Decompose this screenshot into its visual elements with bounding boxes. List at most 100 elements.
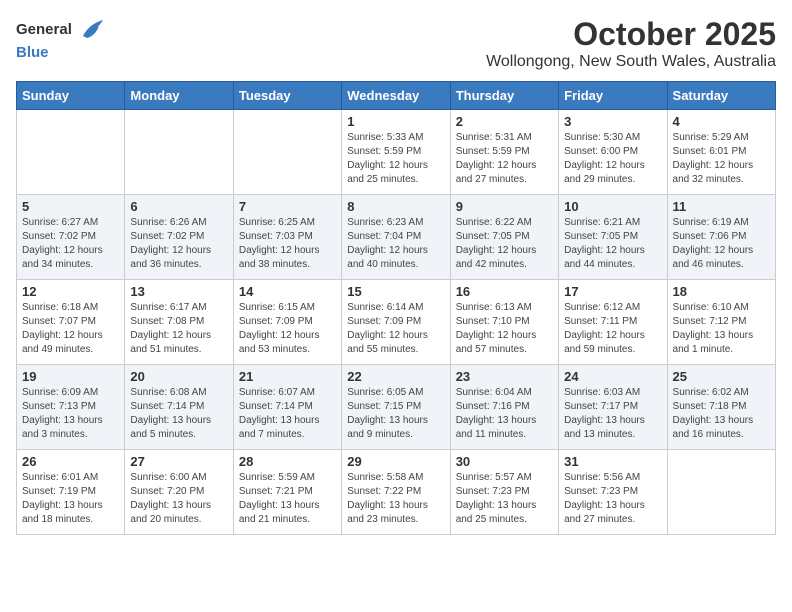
calendar-day-cell: 15 Sunrise: 6:14 AM Sunset: 7:09 PM Dayli… xyxy=(342,280,450,365)
day-number: 4 xyxy=(673,114,770,129)
day-number: 21 xyxy=(239,369,336,384)
calendar-day-cell: 17 Sunrise: 6:12 AM Sunset: 7:11 PM Dayli… xyxy=(559,280,667,365)
day-number: 18 xyxy=(673,284,770,299)
logo: General Blue xyxy=(16,16,107,62)
calendar-day-cell: 11Sunrise: 6:19 AM Sunset: 7:06 PM Dayli… xyxy=(667,195,775,280)
day-info: Sunrise: 6:01 AM Sunset: 7:19 PM Dayligh… xyxy=(22,471,119,527)
day-info: Sunrise: 6:14 AM Sunset: 7:09 PM Dayligh… xyxy=(347,301,444,357)
calendar-day-cell: 20 Sunrise: 6:08 AM Sunset: 7:14 PM Dayli… xyxy=(125,365,233,450)
day-info: Sunrise: 6:08 AM Sunset: 7:14 PM Dayligh… xyxy=(130,386,227,442)
day-number: 12 xyxy=(22,284,119,299)
calendar-day-cell: 1Sunrise: 5:33 AM Sunset: 5:59 PM Daylig… xyxy=(342,110,450,195)
day-number: 8 xyxy=(347,199,444,214)
day-number: 17 xyxy=(564,284,661,299)
calendar-day-cell: 26 Sunrise: 6:01 AM Sunset: 7:19 PM Dayli… xyxy=(17,450,125,535)
location-title: Wollongong, New South Wales, Australia xyxy=(486,53,776,71)
calendar-day-cell: 14Sunrise: 6:15 AM Sunset: 7:09 PM Dayli… xyxy=(233,280,341,365)
day-number: 5 xyxy=(22,199,119,214)
day-number: 16 xyxy=(456,284,553,299)
calendar-day-cell: 8 Sunrise: 6:23 AM Sunset: 7:04 PM Daylig… xyxy=(342,195,450,280)
day-of-week-header: Thursday xyxy=(450,82,558,110)
day-info: Sunrise: 6:22 AM Sunset: 7:05 PM Dayligh… xyxy=(456,216,553,272)
calendar-day-cell: 24 Sunrise: 6:03 AM Sunset: 7:17 PM Dayli… xyxy=(559,365,667,450)
day-info: Sunrise: 5:30 AM Sunset: 6:00 PM Dayligh… xyxy=(564,131,661,187)
day-number: 29 xyxy=(347,454,444,469)
page-header: General Blue October 2025 Wollongong, Ne… xyxy=(16,16,776,71)
day-info: Sunrise: 6:13 AM Sunset: 7:10 PM Dayligh… xyxy=(456,301,553,357)
calendar-day-cell: 4Sunrise: 5:29 AM Sunset: 6:01 PM Daylig… xyxy=(667,110,775,195)
day-number: 23 xyxy=(456,369,553,384)
day-number: 15 xyxy=(347,284,444,299)
day-number: 2 xyxy=(456,114,553,129)
day-of-week-header: Monday xyxy=(125,82,233,110)
logo-blue: Blue xyxy=(16,44,49,61)
day-number: 31 xyxy=(564,454,661,469)
day-info: Sunrise: 6:05 AM Sunset: 7:15 PM Dayligh… xyxy=(347,386,444,442)
calendar-day-cell: 31Sunrise: 5:56 AM Sunset: 7:23 PM Dayli… xyxy=(559,450,667,535)
calendar-day-cell: 2 Sunrise: 5:31 AM Sunset: 5:59 PM Daylig… xyxy=(450,110,558,195)
day-of-week-header: Wednesday xyxy=(342,82,450,110)
calendar-day-cell: 16 Sunrise: 6:13 AM Sunset: 7:10 PM Dayli… xyxy=(450,280,558,365)
day-info: Sunrise: 6:07 AM Sunset: 7:14 PM Dayligh… xyxy=(239,386,336,442)
day-info: Sunrise: 6:25 AM Sunset: 7:03 PM Dayligh… xyxy=(239,216,336,272)
calendar-day-cell xyxy=(233,110,341,195)
day-number: 26 xyxy=(22,454,119,469)
day-of-week-header: Saturday xyxy=(667,82,775,110)
day-info: Sunrise: 5:31 AM Sunset: 5:59 PM Dayligh… xyxy=(456,131,553,187)
calendar-week-row: 5Sunrise: 6:27 AM Sunset: 7:02 PM Daylig… xyxy=(17,195,776,280)
logo-line1: General xyxy=(16,16,107,44)
calendar-week-row: 19 Sunrise: 6:09 AM Sunset: 7:13 PM Dayli… xyxy=(17,365,776,450)
day-number: 25 xyxy=(673,369,770,384)
day-number: 20 xyxy=(130,369,227,384)
calendar-day-cell: 30 Sunrise: 5:57 AM Sunset: 7:23 PM Dayli… xyxy=(450,450,558,535)
calendar-day-cell: 21 Sunrise: 6:07 AM Sunset: 7:14 PM Dayli… xyxy=(233,365,341,450)
calendar-day-cell xyxy=(17,110,125,195)
day-number: 22 xyxy=(347,369,444,384)
day-of-week-header: Friday xyxy=(559,82,667,110)
day-number: 30 xyxy=(456,454,553,469)
day-info: Sunrise: 6:23 AM Sunset: 7:04 PM Dayligh… xyxy=(347,216,444,272)
calendar-day-cell: 27 Sunrise: 6:00 AM Sunset: 7:20 PM Dayli… xyxy=(125,450,233,535)
logo-bird-icon xyxy=(79,16,107,44)
calendar-day-cell: 25 Sunrise: 6:02 AM Sunset: 7:18 PM Dayli… xyxy=(667,365,775,450)
title-block: October 2025 Wollongong, New South Wales… xyxy=(486,16,776,71)
day-info: Sunrise: 6:09 AM Sunset: 7:13 PM Dayligh… xyxy=(22,386,119,442)
day-info: Sunrise: 6:04 AM Sunset: 7:16 PM Dayligh… xyxy=(456,386,553,442)
day-info: Sunrise: 6:03 AM Sunset: 7:17 PM Dayligh… xyxy=(564,386,661,442)
day-info: Sunrise: 6:19 AM Sunset: 7:06 PM Dayligh… xyxy=(673,216,770,272)
logo-general: General xyxy=(16,21,72,38)
calendar-day-cell: 19 Sunrise: 6:09 AM Sunset: 7:13 PM Dayli… xyxy=(17,365,125,450)
calendar-day-cell: 9Sunrise: 6:22 AM Sunset: 7:05 PM Daylig… xyxy=(450,195,558,280)
calendar-day-cell: 29Sunrise: 5:58 AM Sunset: 7:22 PM Dayli… xyxy=(342,450,450,535)
calendar-day-cell: 13Sunrise: 6:17 AM Sunset: 7:08 PM Dayli… xyxy=(125,280,233,365)
calendar-day-cell: 7 Sunrise: 6:25 AM Sunset: 7:03 PM Daylig… xyxy=(233,195,341,280)
day-info: Sunrise: 6:12 AM Sunset: 7:11 PM Dayligh… xyxy=(564,301,661,357)
day-info: Sunrise: 6:15 AM Sunset: 7:09 PM Dayligh… xyxy=(239,301,336,357)
calendar-day-cell: 28Sunrise: 5:59 AM Sunset: 7:21 PM Dayli… xyxy=(233,450,341,535)
logo-line2: Blue xyxy=(16,44,107,62)
calendar-day-cell: 3 Sunrise: 5:30 AM Sunset: 6:00 PM Daylig… xyxy=(559,110,667,195)
day-info: Sunrise: 5:57 AM Sunset: 7:23 PM Dayligh… xyxy=(456,471,553,527)
calendar-header-row: SundayMondayTuesdayWednesdayThursdayFrid… xyxy=(17,82,776,110)
day-of-week-header: Sunday xyxy=(17,82,125,110)
day-number: 3 xyxy=(564,114,661,129)
day-info: Sunrise: 6:02 AM Sunset: 7:18 PM Dayligh… xyxy=(673,386,770,442)
calendar-day-cell: 18Sunrise: 6:10 AM Sunset: 7:12 PM Dayli… xyxy=(667,280,775,365)
day-of-week-header: Tuesday xyxy=(233,82,341,110)
calendar-day-cell xyxy=(667,450,775,535)
day-number: 6 xyxy=(130,199,227,214)
calendar-day-cell: 6 Sunrise: 6:26 AM Sunset: 7:02 PM Daylig… xyxy=(125,195,233,280)
day-number: 19 xyxy=(22,369,119,384)
calendar-day-cell: 22 Sunrise: 6:05 AM Sunset: 7:15 PM Dayli… xyxy=(342,365,450,450)
day-info: Sunrise: 6:21 AM Sunset: 7:05 PM Dayligh… xyxy=(564,216,661,272)
day-number: 1 xyxy=(347,114,444,129)
calendar-week-row: 26 Sunrise: 6:01 AM Sunset: 7:19 PM Dayli… xyxy=(17,450,776,535)
calendar-day-cell: 5Sunrise: 6:27 AM Sunset: 7:02 PM Daylig… xyxy=(17,195,125,280)
day-info: Sunrise: 6:26 AM Sunset: 7:02 PM Dayligh… xyxy=(130,216,227,272)
day-info: Sunrise: 6:17 AM Sunset: 7:08 PM Dayligh… xyxy=(130,301,227,357)
day-number: 10 xyxy=(564,199,661,214)
day-info: Sunrise: 6:00 AM Sunset: 7:20 PM Dayligh… xyxy=(130,471,227,527)
day-number: 24 xyxy=(564,369,661,384)
day-number: 27 xyxy=(130,454,227,469)
day-number: 7 xyxy=(239,199,336,214)
